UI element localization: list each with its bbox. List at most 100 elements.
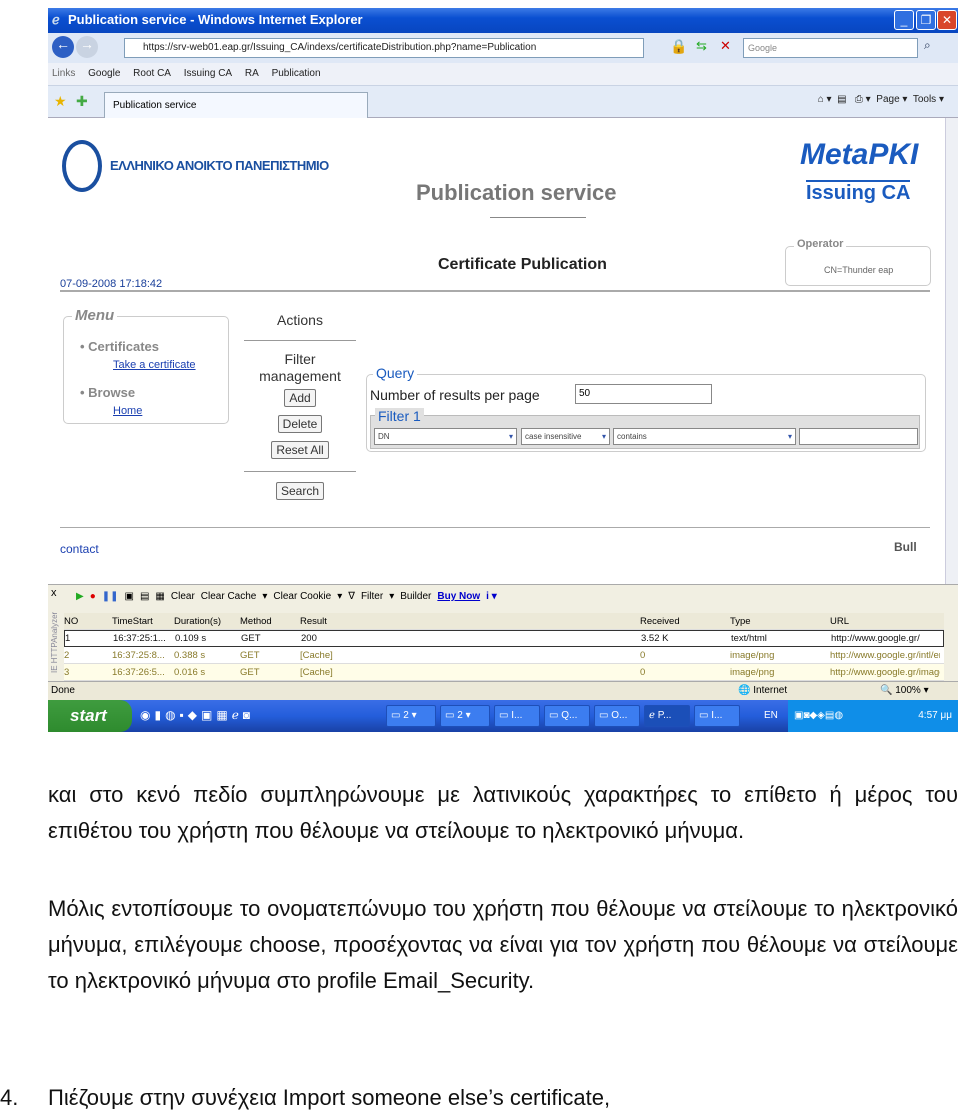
paragraph-1: και στο κενό πεδίο συμπληρώνουμε με λατι… bbox=[48, 782, 958, 843]
maximize-button[interactable]: ❐ bbox=[916, 10, 936, 30]
bull-logo: Bull bbox=[894, 540, 917, 554]
take-certificate-link[interactable]: Take a certificate bbox=[113, 359, 196, 371]
taskbar-item-label: O... bbox=[611, 710, 628, 721]
table-cell: GET bbox=[240, 649, 260, 661]
table-cell: 0.109 s bbox=[175, 633, 207, 644]
taskbar-item[interactable]: ▭ I... bbox=[694, 705, 740, 727]
page-scrollbar[interactable] bbox=[945, 118, 958, 584]
play-icon[interactable]: ▶ bbox=[76, 591, 84, 602]
step-text: Πιέζουμε στην συνέχεια Import someone el… bbox=[48, 1085, 611, 1110]
clear-cache-button[interactable]: Clear Cache bbox=[201, 591, 257, 602]
export-icon[interactable]: ▦ bbox=[155, 591, 164, 602]
clear-button[interactable]: Clear bbox=[171, 591, 195, 602]
favorites-star-icon[interactable]: ★ bbox=[54, 93, 67, 110]
buy-now-link[interactable]: Buy Now bbox=[437, 591, 480, 602]
table-cell: http://www.google.gr/images/nav_logo3.pn… bbox=[830, 666, 940, 678]
university-logo-icon bbox=[62, 140, 102, 192]
step-4: 4. Πιέζουμε στην συνέχεια Import someone … bbox=[0, 1080, 960, 1116]
quick-launch-icons[interactable]: ◉▮◍▪◆▣▦ℯ◙ bbox=[140, 708, 254, 722]
field-select[interactable]: DN ▾ bbox=[374, 428, 517, 445]
analyzer-side-label: IE HTTPAnalyzer bbox=[50, 611, 59, 673]
case-select[interactable]: case insensitive ▾ bbox=[521, 428, 610, 445]
tray-icons[interactable]: ▣◙◆◈▤◍ bbox=[794, 710, 843, 721]
link-google[interactable]: Google bbox=[88, 68, 120, 79]
home-icon[interactable]: ⌂ ▾ bbox=[818, 94, 832, 105]
table-row[interactable]: 3 16:37:26:5... 0.016 s GET [Cache] 0 image/pn… bbox=[64, 664, 944, 681]
url-input[interactable]: https://srv-web01.eap.gr/Issuing_CA/inde… bbox=[124, 38, 644, 58]
column-header[interactable]: Received bbox=[640, 616, 730, 627]
link-publication[interactable]: Publication bbox=[272, 68, 321, 79]
university-name: ΕΛΛΗΝΙΚΟ ΑΝΟΙΚΤΟ ΠΑΝΕΠΙΣΤΗΜΙΟ bbox=[110, 158, 329, 173]
link-issuing-ca[interactable]: Issuing CA bbox=[184, 68, 232, 79]
language-indicator[interactable]: EN bbox=[764, 710, 778, 721]
browser-screenshot: ℯ Publication service - Windows Internet … bbox=[48, 8, 958, 732]
filter-value-input[interactable] bbox=[799, 428, 918, 445]
zoom-control[interactable]: 🔍 100% ▾ bbox=[880, 685, 929, 696]
stop-icon[interactable]: ✕ bbox=[720, 38, 731, 54]
column-header[interactable]: Method bbox=[240, 616, 300, 627]
reset-all-button[interactable]: Reset All bbox=[271, 441, 329, 459]
column-header[interactable]: URL bbox=[830, 616, 940, 627]
links-label: Links bbox=[52, 68, 76, 79]
column-header[interactable]: Result bbox=[300, 616, 640, 627]
info-icon[interactable]: i ▾ bbox=[486, 591, 497, 602]
contact-link[interactable]: contact bbox=[60, 542, 99, 556]
table-cell: 0.016 s bbox=[174, 666, 206, 678]
table-row[interactable]: 1 16:37:25:1... 0.109 s GET 200 3.52 K text/ht… bbox=[64, 630, 944, 647]
metapki-logo: MetaPKI bbox=[800, 138, 919, 171]
taskbar-item[interactable]: ▭ Q... bbox=[544, 705, 590, 727]
table-cell: image/png bbox=[730, 666, 775, 678]
forward-icon[interactable]: → bbox=[76, 36, 98, 58]
search-button[interactable]: Search bbox=[275, 482, 325, 500]
pause-icon[interactable]: ❚❚ bbox=[102, 591, 119, 602]
operator-select[interactable]: contains ▾ bbox=[613, 428, 796, 445]
close-button[interactable]: ✕ bbox=[937, 10, 957, 30]
search-input[interactable]: Google bbox=[743, 38, 918, 58]
tab-publication-service[interactable]: Publication service bbox=[104, 92, 368, 118]
open-icon[interactable]: ▣ bbox=[125, 591, 134, 602]
back-icon[interactable]: ← bbox=[52, 36, 74, 58]
clear-cookie-button[interactable]: Clear Cookie bbox=[273, 591, 331, 602]
save-icon[interactable]: ▤ bbox=[140, 591, 149, 602]
refresh-icon[interactable]: ⇆ bbox=[696, 38, 707, 54]
taskbar-item[interactable]: ▭ 2 ▾ bbox=[386, 705, 436, 727]
taskbar-item[interactable]: ▭ 2 ▾ bbox=[440, 705, 490, 727]
close-analyzer-icon[interactable]: x bbox=[51, 587, 57, 599]
taskbar-item-active[interactable]: ℯ P... bbox=[644, 705, 690, 727]
issuing-ca-label: Issuing CA bbox=[806, 180, 911, 204]
filter-button[interactable]: Filter bbox=[361, 591, 383, 602]
taskbar-item[interactable]: ▭ O... bbox=[594, 705, 640, 727]
case-select-value: case insensitive bbox=[525, 432, 582, 441]
start-button[interactable]: start bbox=[48, 700, 132, 732]
add-favorite-icon[interactable]: ✚ bbox=[76, 93, 88, 110]
link-root-ca[interactable]: Root CA bbox=[133, 68, 171, 79]
column-header[interactable]: Duration(s) bbox=[174, 616, 240, 627]
divider bbox=[490, 217, 586, 218]
print-icon[interactable]: ⎙ ▾ bbox=[855, 94, 871, 105]
home-link[interactable]: Home bbox=[113, 405, 142, 417]
page-menu[interactable]: Page bbox=[876, 94, 899, 105]
column-header[interactable]: Type bbox=[730, 616, 830, 627]
address-bar-row: ← → https://srv-web01.eap.gr/Issuing_CA/… bbox=[48, 33, 958, 63]
query-legend: Query bbox=[373, 365, 418, 381]
column-header[interactable]: NO bbox=[64, 616, 112, 627]
add-filter-button[interactable]: Add bbox=[284, 389, 316, 407]
system-tray: ▣◙◆◈▤◍ 4:57 μμ bbox=[788, 700, 958, 732]
record-icon[interactable]: ● bbox=[90, 591, 96, 602]
lock-icon[interactable]: 🔒 bbox=[670, 38, 687, 55]
feeds-icon[interactable]: ▤ bbox=[837, 94, 846, 105]
taskbar-item[interactable]: ▭ I... bbox=[494, 705, 540, 727]
link-ra[interactable]: RA bbox=[245, 68, 259, 79]
builder-button[interactable]: Builder bbox=[400, 591, 431, 602]
results-per-page-input[interactable]: 50 bbox=[575, 384, 712, 404]
analyzer-toolbar: ▶ ● ❚❚ ▣ ▤ ▦ Clear Clear Cache ▾ Clear Cookie… bbox=[76, 591, 497, 602]
search-icon[interactable]: ⌕ bbox=[924, 38, 931, 53]
tools-menu[interactable]: Tools bbox=[913, 94, 936, 105]
actions-title: Actions bbox=[277, 312, 323, 328]
minimize-button[interactable]: _ bbox=[894, 10, 914, 30]
step-number: 4. bbox=[0, 1085, 19, 1110]
table-row[interactable]: 2 16:37:25:8... 0.388 s GET [Cache] 0 image/pn… bbox=[64, 647, 944, 664]
table-cell: 3 bbox=[64, 666, 70, 678]
column-header[interactable]: TimeStart bbox=[112, 616, 174, 627]
delete-filter-button[interactable]: Delete bbox=[277, 415, 323, 433]
